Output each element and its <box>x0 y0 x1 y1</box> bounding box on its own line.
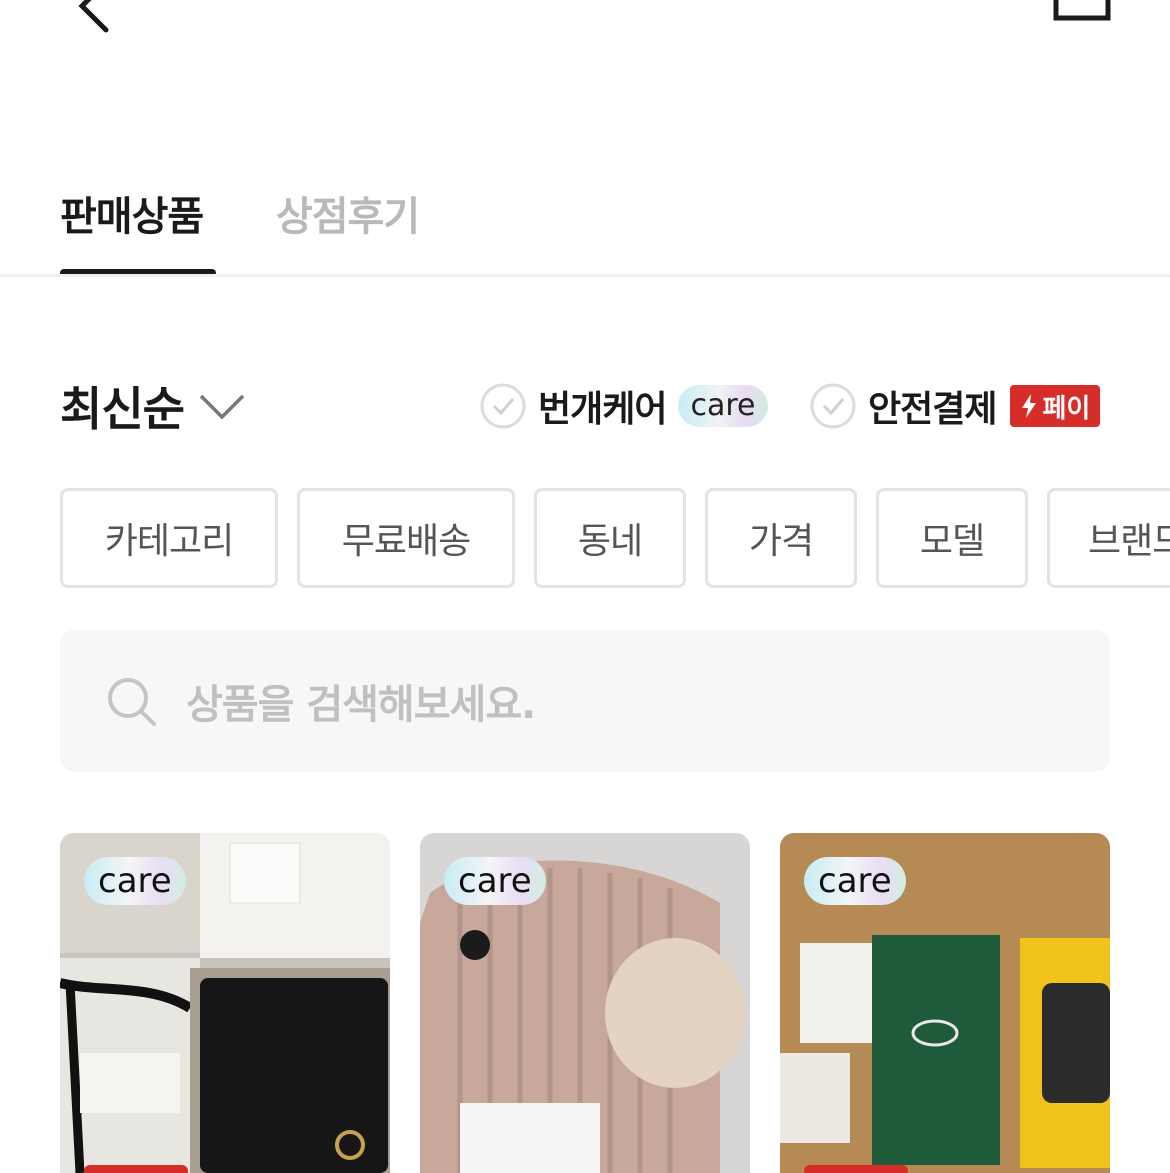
price-tag-marker <box>84 1165 188 1173</box>
care-badge: care <box>444 857 546 905</box>
chip-category[interactable]: 카테고리 <box>60 488 278 588</box>
lightning-icon <box>1022 394 1037 418</box>
search-placeholder: 상품을 검색해보세요. <box>186 682 536 728</box>
safe-pay-filter-label: 안전결제 <box>868 389 997 430</box>
care-badge: care <box>84 857 186 905</box>
search-icon <box>108 678 156 726</box>
back-arrow-icon[interactable] <box>68 0 124 34</box>
share-icon[interactable] <box>1052 0 1112 24</box>
chip-free-shipping[interactable]: 무료배송 <box>297 488 515 588</box>
top-bar <box>0 0 1170 60</box>
pay-badge-label: 페이 <box>1042 393 1091 424</box>
chip-price[interactable]: 가격 <box>705 488 857 588</box>
product-search[interactable]: 상품을 검색해보세요. <box>60 630 1110 772</box>
sort-dropdown[interactable]: 최신순 <box>60 376 246 436</box>
product-card[interactable]: care <box>420 833 750 1173</box>
price-tag-marker <box>804 1165 908 1173</box>
chip-brand[interactable]: 브랜드 <box>1047 488 1170 588</box>
care-badge: care <box>804 857 906 905</box>
shop-tabs: 판매상품 상점후기 <box>0 170 1170 278</box>
chip-neighborhood[interactable]: 동네 <box>534 488 686 588</box>
care-filter-label: 번개케어 <box>538 389 667 430</box>
chevron-down-icon <box>199 394 245 420</box>
product-card[interactable]: care <box>780 833 1110 1173</box>
product-card[interactable]: care <box>60 833 390 1173</box>
sort-label: 최신순 <box>60 382 185 436</box>
tab-reviews[interactable]: 상점후기 <box>276 184 420 242</box>
filter-chips: 카테고리 무료배송 동네 가격 모델 브랜드 <box>60 488 1170 594</box>
check-circle-icon <box>810 383 856 429</box>
safe-pay-filter[interactable]: 안전결제 페이 <box>810 380 1101 432</box>
chip-model[interactable]: 모델 <box>876 488 1028 588</box>
care-filter[interactable]: 번개케어 care <box>480 380 768 432</box>
pay-badge: 페이 <box>1010 385 1101 427</box>
tab-products[interactable]: 판매상품 <box>60 184 204 242</box>
care-badge: care <box>678 385 768 427</box>
tabs-divider <box>0 274 1170 277</box>
check-circle-icon <box>480 383 526 429</box>
